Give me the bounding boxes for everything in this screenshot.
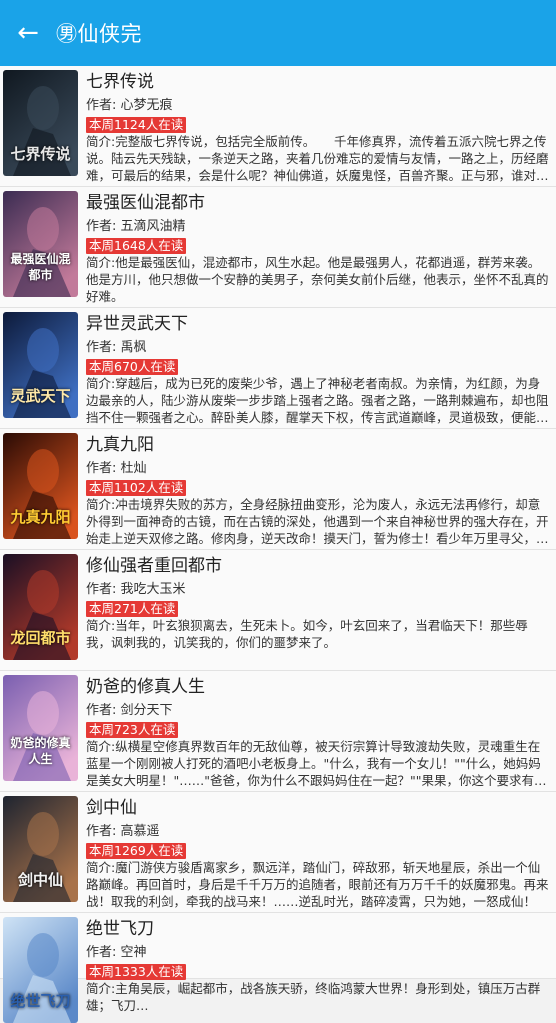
- book-list-item[interactable]: 最强医仙混都市 最强医仙混都市 作者: 五滴风油精 本周1648人在读 简介:他是最强医…: [0, 187, 556, 308]
- book-list-item[interactable]: 龙回都市 修仙强者重回都市 作者: 我吃大玉米 本周271人在读 简介:当年，叶玄狼狈离…: [0, 550, 556, 671]
- weekly-readers-badge: 本周1648人在读: [86, 238, 187, 254]
- weekly-readers-badge: 本周1102人在读: [86, 480, 187, 496]
- book-cover-title: 七界传说: [10, 145, 71, 163]
- book-author: 作者: 空神: [86, 945, 147, 960]
- book-cover-image: 剑中仙: [3, 796, 78, 902]
- page-title: ㊚仙侠完: [56, 22, 142, 46]
- weekly-readers-badge: 本周670人在读: [86, 359, 179, 375]
- weekly-readers-badge: 本周1269人在读: [86, 843, 187, 859]
- book-list-item[interactable]: 奶爸的修真人生 奶爸的修真人生 作者: 剑分天下 本周723人在读 简介:纵横星空修真界…: [0, 671, 556, 792]
- book-cover-title: 龙回都市: [10, 629, 71, 647]
- weekly-readers-badge: 本周271人在读: [86, 601, 179, 617]
- book-list-item[interactable]: 七界传说 七界传说 作者: 心梦无痕 本周1124人在读 简介:完整版七界传说，包括完全…: [0, 66, 556, 187]
- book-author: 作者: 禹枫: [86, 340, 147, 355]
- book-info: 奶爸的修真人生作者: 剑分天下 本周723人在读 简介:纵横星空修真界数百年的无敌仙…: [86, 671, 550, 789]
- book-cover-image: 九真九阳: [3, 433, 78, 539]
- book-info: 九真九阳作者: 杜灿本周1102人在读 简介:冲击境界失败的苏方，全身经脉扭曲变形…: [86, 429, 550, 547]
- book-title[interactable]: 绝世飞刀: [86, 918, 550, 940]
- book-author: 作者: 心梦无痕: [86, 98, 173, 113]
- book-author: 作者: 剑分天下: [86, 703, 173, 718]
- book-intro: 简介:主角吴辰，崛起都市，战各族天骄，终临鸿蒙大世界！身形到处，镇压万古群雄；飞…: [86, 981, 541, 1013]
- book-title[interactable]: 七界传说: [86, 71, 550, 93]
- book-cover-title: 九真九阳: [10, 508, 71, 526]
- book-intro: 简介:他是最强医仙，混迹都市，风生水起。他是最强男人，花都逍遥，群芳来袭。他是方…: [86, 255, 549, 304]
- book-list-item[interactable]: 绝世飞刀 绝世飞刀 作者: 空神 本周1333人在读 简介:主角吴辰，崛起都市，战各族天…: [0, 913, 556, 1023]
- book-intro: 简介:完整版七界传说，包括完全版前传。 千年修真界，流传着五派六院七界之传说。陆…: [86, 134, 549, 183]
- book-title[interactable]: 九真九阳: [86, 434, 550, 456]
- book-info: 最强医仙混都市作者: 五滴风油精 本周1648人在读 简介:他是最强医仙，混迹都市，…: [86, 187, 550, 305]
- book-info: 绝世飞刀作者: 空神本周1333人在读 简介:主角吴辰，崛起都市，战各族天骄，终临…: [86, 913, 550, 1014]
- book-title[interactable]: 异世灵武天下: [86, 313, 550, 335]
- book-cover-title: 奶爸的修真人生: [10, 736, 71, 766]
- book-intro: 简介:冲击境界失败的苏方，全身经脉扭曲变形，沦为废人，永远无法再修行，却意外得到…: [86, 497, 549, 546]
- book-intro: 简介:纵横星空修真界数百年的无敌仙尊，被天衍宗算计导致渡劫失败，灵魂重生在蓝星一…: [86, 739, 547, 788]
- book-info: 异世灵武天下作者: 禹枫本周670人在读 简介:穿越后，成为已死的废柴少爷，遇上了…: [86, 308, 550, 426]
- book-list: 七界传说 七界传说 作者: 心梦无痕 本周1124人在读 简介:完整版七界传说，包括完全…: [0, 66, 556, 1023]
- book-intro: 简介:当年，叶玄狼狈离去，生死未卜。如今，叶玄回来了，当君临天下！那些辱我，讽刺…: [86, 618, 528, 650]
- book-info: 修仙强者重回都市作者: 我吃大玉米 本周271人在读 简介:当年，叶玄狼狈离去，生死…: [86, 550, 550, 651]
- book-cover-title: 绝世飞刀: [10, 992, 71, 1010]
- book-cover-image: 绝世飞刀: [3, 917, 78, 1023]
- book-cover-title: 剑中仙: [17, 871, 63, 889]
- book-title[interactable]: 奶爸的修真人生: [86, 676, 550, 698]
- book-info: 七界传说作者: 心梦无痕 本周1124人在读 简介:完整版七界传说，包括完全版前传。…: [86, 66, 550, 184]
- book-cover-image: 奶爸的修真人生: [3, 675, 78, 781]
- book-list-item[interactable]: 灵武天下 异世灵武天下 作者: 禹枫 本周670人在读 简介:穿越后，成为已死的废柴少爷…: [0, 308, 556, 429]
- weekly-readers-badge: 本周723人在读: [86, 722, 179, 738]
- book-info: 剑中仙作者: 高慕遥本周1269人在读 简介:魔门游侠方骏盾离家乡，飘远洋，踏仙门…: [86, 792, 550, 910]
- book-cover-image: 龙回都市: [3, 554, 78, 660]
- book-list-item[interactable]: 剑中仙 剑中仙 作者: 高慕遥 本周1269人在读 简介:魔门游侠方骏盾离家乡，飘远洋，…: [0, 792, 556, 913]
- book-cover-image: 灵武天下: [3, 312, 78, 418]
- book-title[interactable]: 最强医仙混都市: [86, 192, 550, 214]
- book-intro: 简介:魔门游侠方骏盾离家乡，飘远洋，踏仙门，碎敌邪，斩天地星辰，杀出一个仙路巅峰…: [86, 860, 549, 909]
- book-author: 作者: 高慕遥: [86, 824, 160, 839]
- book-author: 作者: 我吃大玉米: [86, 582, 186, 597]
- book-cover-title: 最强医仙混都市: [10, 252, 71, 282]
- arrow-left-icon: ←: [17, 18, 39, 48]
- book-list-item[interactable]: 九真九阳 九真九阳 作者: 杜灿 本周1102人在读 简介:冲击境界失败的苏方，全身经脉…: [0, 429, 556, 550]
- book-intro: 简介:穿越后，成为已死的废柴少爷，遇上了神秘老者南叔。为亲情，为红颜，为身边最亲…: [86, 376, 549, 425]
- book-author: 作者: 五滴风油精: [86, 219, 186, 234]
- book-title[interactable]: 修仙强者重回都市: [86, 555, 550, 577]
- book-cover-image: 七界传说: [3, 70, 78, 176]
- book-title[interactable]: 剑中仙: [86, 797, 550, 819]
- book-cover-image: 最强医仙混都市: [3, 191, 78, 297]
- book-cover-title: 灵武天下: [10, 387, 71, 405]
- back-button[interactable]: ←: [0, 0, 56, 66]
- weekly-readers-badge: 本周1333人在读: [86, 964, 187, 980]
- weekly-readers-badge: 本周1124人在读: [86, 117, 187, 133]
- book-author: 作者: 杜灿: [86, 461, 147, 476]
- app-bar: ← ㊚仙侠完: [0, 0, 556, 66]
